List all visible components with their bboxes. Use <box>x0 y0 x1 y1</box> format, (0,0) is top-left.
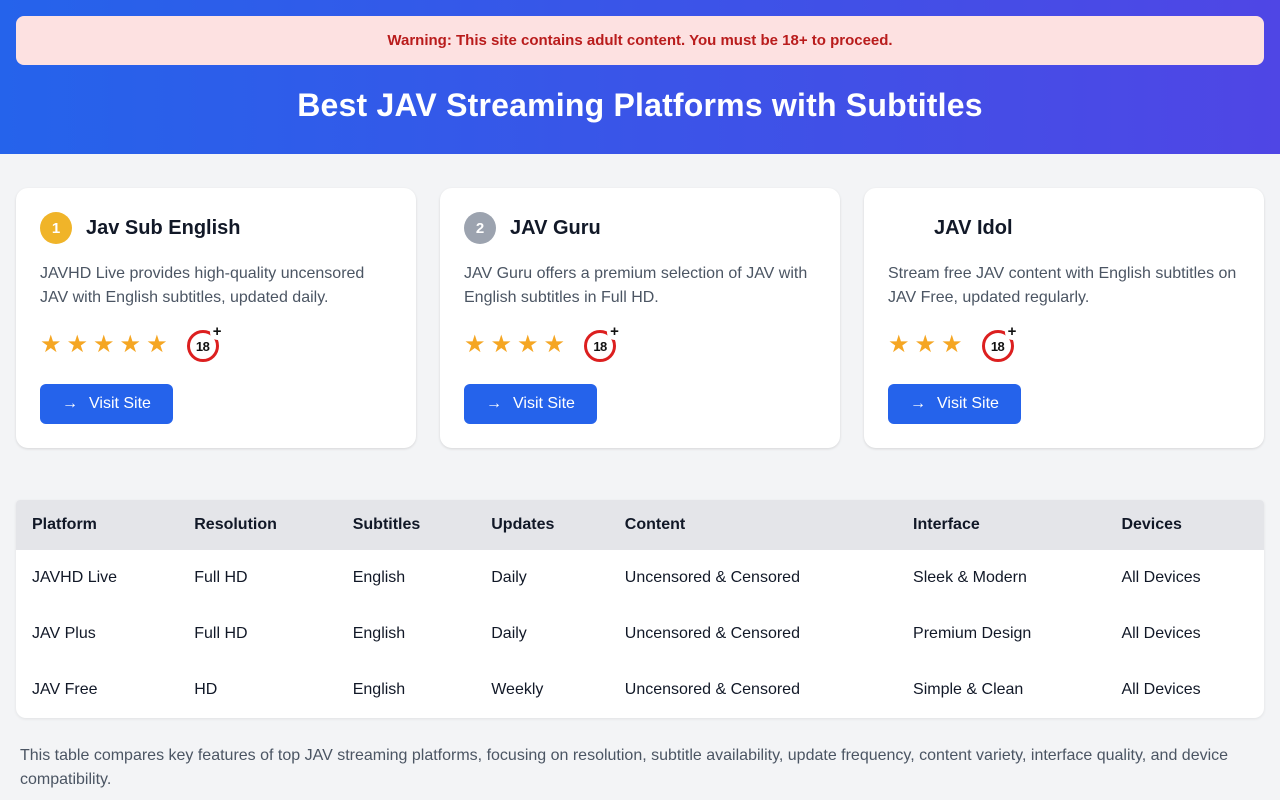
cell-updates: Daily <box>475 550 609 606</box>
platform-card-jav-guru: 2 JAV Guru JAV Guru offers a premium sel… <box>440 188 840 448</box>
rating-row: ★★★ 18 + <box>888 328 1240 362</box>
arrow-right-icon: → <box>486 395 502 413</box>
rating-row: ★★★★★ 18 + <box>40 328 392 362</box>
cell-platform: JAV Plus <box>16 606 178 662</box>
visit-site-label: Visit Site <box>937 395 999 413</box>
card-description: Stream free JAV content with English sub… <box>888 262 1240 310</box>
rank-badge-empty <box>888 212 920 244</box>
star-rating-icon: ★★★ <box>888 333 968 357</box>
card-header: JAV Idol <box>888 212 1240 244</box>
card-title: JAV Idol <box>934 217 1013 240</box>
comparison-table: Platform Resolution Subtitles Updates Co… <box>16 500 1264 718</box>
visit-site-button[interactable]: → Visit Site <box>40 384 173 424</box>
cell-subtitles: English <box>337 550 476 606</box>
table-footnote: This table compares key features of top … <box>20 744 1235 792</box>
cell-subtitles: English <box>337 662 476 718</box>
age-18-plus-icon: 18 + <box>187 328 221 362</box>
cell-content: Uncensored & Censored <box>609 606 897 662</box>
comparison-table-container: Platform Resolution Subtitles Updates Co… <box>16 500 1264 718</box>
rank-1-badge: 1 <box>40 212 72 244</box>
card-description: JAV Guru offers a premium selection of J… <box>464 262 816 310</box>
age-18-plus-icon: 18 + <box>982 328 1016 362</box>
arrow-right-icon: → <box>62 395 78 413</box>
visit-site-button[interactable]: → Visit Site <box>888 384 1021 424</box>
platform-card-jav-idol: JAV Idol Stream free JAV content with En… <box>864 188 1264 448</box>
cell-updates: Weekly <box>475 662 609 718</box>
page-title: Best JAV Streaming Platforms with Subtit… <box>16 87 1264 124</box>
page-header: Warning: This site contains adult conten… <box>0 0 1280 154</box>
col-header-resolution: Resolution <box>178 500 336 550</box>
table-row: JAV Free HD English Weekly Uncensored & … <box>16 662 1264 718</box>
col-header-platform: Platform <box>16 500 178 550</box>
cell-interface: Simple & Clean <box>897 662 1105 718</box>
col-header-content: Content <box>609 500 897 550</box>
cell-content: Uncensored & Censored <box>609 662 897 718</box>
card-header: 2 JAV Guru <box>464 212 816 244</box>
visit-site-label: Visit Site <box>89 395 151 413</box>
cell-platform: JAV Free <box>16 662 178 718</box>
rank-2-badge: 2 <box>464 212 496 244</box>
cell-subtitles: English <box>337 606 476 662</box>
cell-interface: Sleek & Modern <box>897 550 1105 606</box>
cell-interface: Premium Design <box>897 606 1105 662</box>
main-content: 1 Jav Sub English JAVHD Live provides hi… <box>0 188 1280 792</box>
card-title: Jav Sub English <box>86 217 240 240</box>
warning-text: Warning: This site contains adult conten… <box>387 32 892 49</box>
star-rating-icon: ★★★★ <box>464 333 570 357</box>
cell-devices: All Devices <box>1105 550 1264 606</box>
card-description: JAVHD Live provides high-quality uncenso… <box>40 262 392 310</box>
card-title: JAV Guru <box>510 217 601 240</box>
cell-platform: JAVHD Live <box>16 550 178 606</box>
cell-updates: Daily <box>475 606 609 662</box>
col-header-updates: Updates <box>475 500 609 550</box>
table-row: JAV Plus Full HD English Daily Uncensore… <box>16 606 1264 662</box>
table-row: JAVHD Live Full HD English Daily Uncenso… <box>16 550 1264 606</box>
visit-site-button[interactable]: → Visit Site <box>464 384 597 424</box>
platform-card-jav-sub-english: 1 Jav Sub English JAVHD Live provides hi… <box>16 188 416 448</box>
table-header-row: Platform Resolution Subtitles Updates Co… <box>16 500 1264 550</box>
rating-row: ★★★★ 18 + <box>464 328 816 362</box>
platform-card-list: 1 Jav Sub English JAVHD Live provides hi… <box>16 188 1264 448</box>
col-header-subtitles: Subtitles <box>337 500 476 550</box>
arrow-right-icon: → <box>910 395 926 413</box>
cell-resolution: HD <box>178 662 336 718</box>
visit-site-label: Visit Site <box>513 395 575 413</box>
star-rating-icon: ★★★★★ <box>40 333 173 357</box>
cell-resolution: Full HD <box>178 606 336 662</box>
col-header-interface: Interface <box>897 500 1105 550</box>
cell-content: Uncensored & Censored <box>609 550 897 606</box>
cell-devices: All Devices <box>1105 606 1264 662</box>
col-header-devices: Devices <box>1105 500 1264 550</box>
age-18-plus-icon: 18 + <box>584 328 618 362</box>
cell-devices: All Devices <box>1105 662 1264 718</box>
card-header: 1 Jav Sub English <box>40 212 392 244</box>
cell-resolution: Full HD <box>178 550 336 606</box>
adult-warning-banner: Warning: This site contains adult conten… <box>16 16 1264 65</box>
